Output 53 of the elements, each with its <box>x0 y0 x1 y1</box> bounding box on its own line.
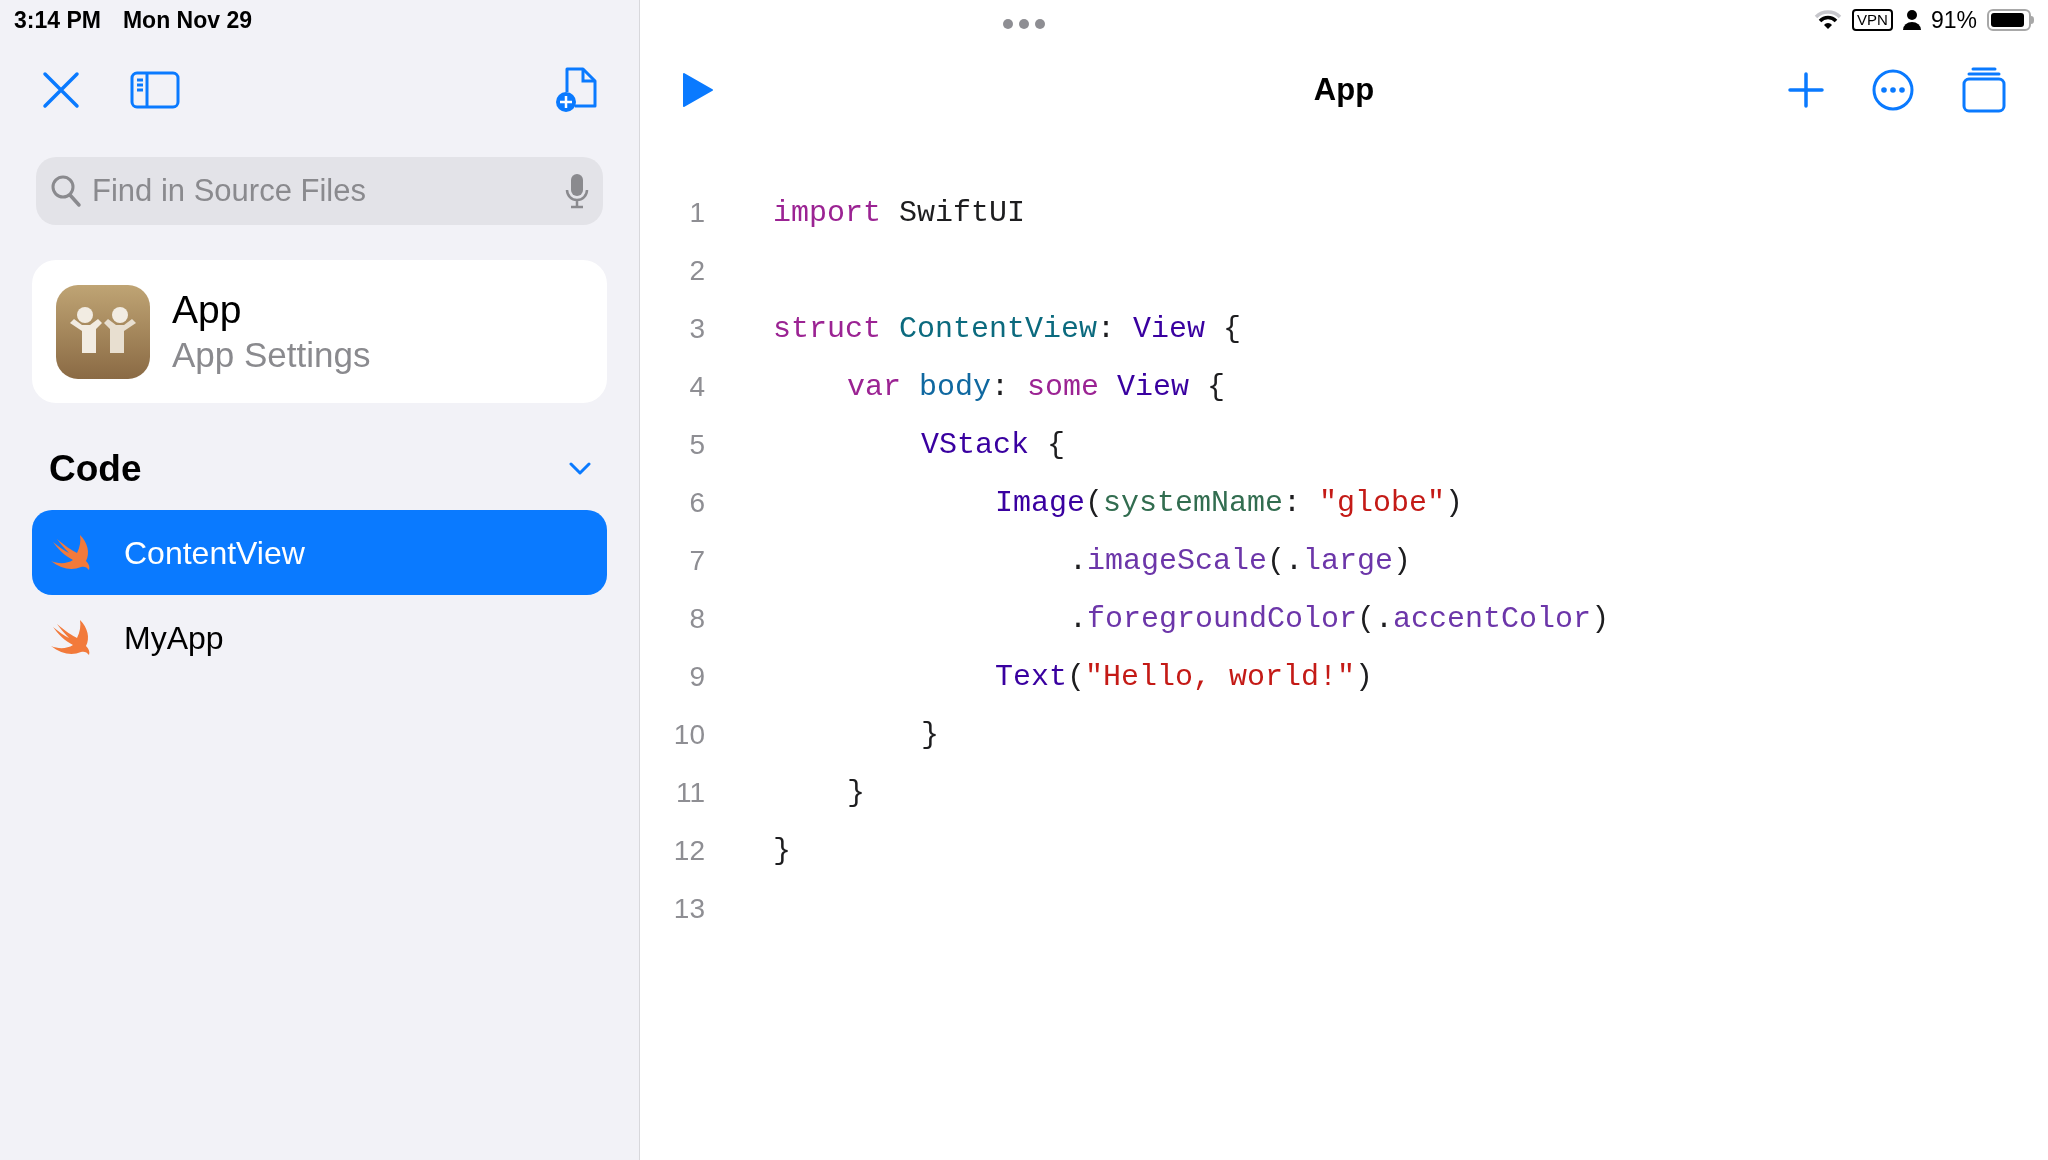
file-row[interactable]: MyApp <box>32 595 607 680</box>
file-row[interactable]: ContentView <box>32 510 607 595</box>
code-line: Text("Hello, world!") <box>995 658 1374 696</box>
code-line: struct ContentView: View { <box>773 310 1242 348</box>
app-title: App <box>172 286 243 333</box>
status-date: Mon Nov 29 <box>122 5 252 35</box>
line-number: 13 <box>672 892 705 926</box>
section-title: Code <box>49 447 142 492</box>
line-number: 11 <box>674 776 705 810</box>
code-line: } <box>773 832 791 870</box>
more-icon[interactable] <box>1872 69 1914 111</box>
code-line: .imageScale(.large) <box>1069 542 1412 580</box>
line-number: 8 <box>688 602 705 636</box>
line-number: 5 <box>688 428 705 462</box>
file-name: MyApp <box>124 618 224 658</box>
line-number: 1 <box>688 196 705 230</box>
add-icon[interactable] <box>1788 72 1824 108</box>
file-name: ContentView <box>124 533 305 573</box>
close-icon[interactable] <box>42 71 80 109</box>
code-line: VStack { <box>921 426 1066 464</box>
line-number: 3 <box>688 312 705 346</box>
app-subtitle: App Settings <box>172 333 371 376</box>
code-line: } <box>921 716 939 754</box>
line-number: 2 <box>688 254 705 288</box>
code-line: .foregroundColor(.accentColor) <box>1069 600 1610 638</box>
code-line: var body: some View { <box>847 368 1226 406</box>
run-icon[interactable] <box>682 72 714 108</box>
sidebar-icon[interactable] <box>130 71 180 109</box>
line-number: 4 <box>688 370 705 404</box>
vpn-badge: VPN <box>1852 9 1893 31</box>
multitasking-dots-icon[interactable] <box>1002 18 1046 30</box>
line-number: 7 <box>688 544 705 578</box>
line-number: 12 <box>672 834 705 868</box>
search-icon <box>50 174 82 208</box>
code-line: } <box>847 774 865 812</box>
battery-icon <box>1987 9 2034 31</box>
app-icon <box>56 284 150 379</box>
chevron-icon[interactable] <box>569 462 591 476</box>
line-number: 10 <box>672 718 705 752</box>
search-field[interactable]: Find in Source Files <box>36 157 603 225</box>
code-line: Image(systemName: "globe") <box>995 484 1464 522</box>
search-input[interactable]: Find in Source Files <box>92 167 555 215</box>
stack-icon[interactable] <box>1962 67 2006 113</box>
status-time: 3:14 PM <box>14 5 101 35</box>
microphone-icon[interactable] <box>565 173 589 209</box>
code-line: import SwiftUI <box>773 194 1026 232</box>
wifi-icon <box>1814 9 1843 31</box>
line-number: 9 <box>688 660 705 694</box>
battery-percentage: 91% <box>1930 5 1977 35</box>
editor-title: App <box>1313 70 1375 109</box>
person-icon <box>1902 10 1921 30</box>
app-settings-card[interactable]: App App Settings <box>32 260 607 403</box>
line-number: 6 <box>688 486 705 520</box>
